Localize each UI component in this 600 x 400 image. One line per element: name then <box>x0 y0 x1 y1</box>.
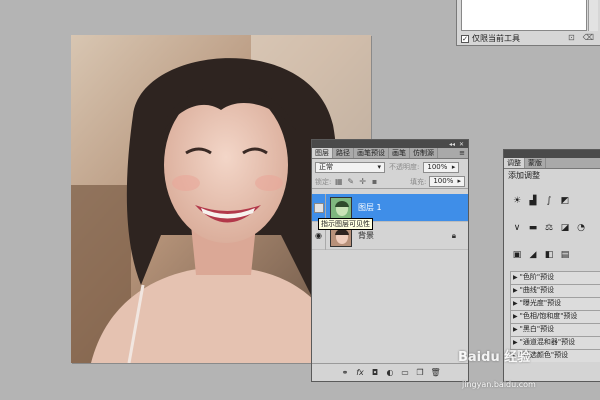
brightness-icon[interactable]: ☀ <box>510 195 524 208</box>
expand-arrow-icon: ▶ <box>513 339 518 346</box>
expand-arrow-icon: ▶ <box>513 300 518 307</box>
baidu-watermark: Baidu 经验 <box>458 350 531 365</box>
chevron-right-icon: ▸ <box>457 177 462 185</box>
new-preset-icon[interactable]: ⊡ <box>568 33 575 42</box>
photo-filter-icon[interactable]: ◔ <box>574 222 588 235</box>
new-layer-icon[interactable]: ❐ <box>416 368 425 377</box>
opacity-label: 不透明度: <box>389 163 420 171</box>
visibility-box-icon[interactable] <box>313 202 324 213</box>
lock-position-icon[interactable]: ✛ <box>358 177 367 186</box>
tab-paths[interactable]: 路径 <box>333 148 354 158</box>
preset-label: "色相/饱和度"预设 <box>519 312 578 320</box>
levels-icon[interactable]: ▟ <box>526 195 540 208</box>
preset-label: "黑白"预设 <box>519 325 555 333</box>
tab-clone-source[interactable]: 仿制源 <box>410 148 438 158</box>
layer-thumbnail <box>330 196 352 219</box>
preset-exposure[interactable]: ▶ "曝光度"预设 <box>510 297 600 310</box>
adjustment-icons-row-3: ▣ ◢ ◧ ▤ <box>504 247 600 264</box>
mask-icon[interactable]: ◘ <box>371 368 380 377</box>
adjustment-icons: ☀ ▟ ∫ ◩ <box>504 193 600 210</box>
adjustments-panel-tabs: 调整 蒙版 <box>504 158 600 169</box>
tab-masks[interactable]: 蒙版 <box>525 158 546 168</box>
preset-footer-icons: ⊡ ⌫ <box>568 33 594 42</box>
layer-name: 图层 1 <box>358 203 382 212</box>
lock-icon: 🔒︎ <box>451 231 456 240</box>
current-tool-only-option[interactable]: ✓ 仅限当前工具 <box>461 33 520 44</box>
tool-preset-panel: ✓ 仅限当前工具 ⊡ ⌫ <box>456 0 600 46</box>
gradient-map-icon[interactable]: ▤ <box>558 249 572 262</box>
preset-label: "色阶"预设 <box>519 273 555 281</box>
lock-label: 锁定: <box>315 177 332 186</box>
blend-mode-value: 正常 <box>319 162 333 171</box>
expand-arrow-icon: ▶ <box>513 326 518 333</box>
exposure-icon[interactable]: ◩ <box>558 195 572 208</box>
invert-icon[interactable]: ▣ <box>510 249 524 262</box>
add-adjustment-heading: 添加调整 <box>508 171 540 180</box>
preset-label: "曲线"预设 <box>519 286 555 294</box>
fill-field[interactable]: 100% ▸ <box>429 176 466 187</box>
current-tool-only-checkbox[interactable]: ✓ <box>461 34 469 43</box>
watermark-url: jingyan.baidu.com <box>462 380 536 389</box>
eye-icon[interactable]: ◉ <box>315 231 322 240</box>
lock-all-icon[interactable]: ▪ <box>370 177 379 186</box>
layer-thumbnail-image <box>331 197 351 218</box>
preset-scrollbar[interactable] <box>588 0 598 31</box>
lock-transparency-icon[interactable]: ▦ <box>334 177 343 186</box>
posterize-icon[interactable]: ◢ <box>526 249 540 262</box>
preset-list[interactable] <box>461 0 587 31</box>
tab-layers[interactable]: 图层 <box>312 148 333 158</box>
blend-mode-select[interactable]: 正常 ▾ <box>315 161 385 173</box>
expand-arrow-icon: ▶ <box>513 287 518 294</box>
group-icon[interactable]: ▭ <box>401 368 410 377</box>
hue-saturation-icon[interactable]: ▬ <box>526 222 540 235</box>
fx-icon[interactable]: fx <box>356 368 365 377</box>
expand-arrow-icon: ▶ <box>513 313 518 320</box>
chevron-right-icon: ▸ <box>451 162 456 171</box>
layer-name: 背景 <box>358 231 374 240</box>
layers-panel-toolbar: ⚭ fx ◘ ◐ ▭ ❐ 🗑︎ <box>312 363 468 381</box>
adjustment-icons-row-2: ∨ ▬ ⚖ ◪ ◔ <box>504 220 600 237</box>
fill-label: 填充: <box>409 177 427 186</box>
preset-label: "通道混和器"预设 <box>519 338 576 346</box>
opacity-value: 100% <box>427 162 448 171</box>
tab-brush[interactable]: 画笔 <box>389 148 410 158</box>
layers-panel: ◂◂ ✕ 图层 路径 画笔预设 画笔 仿制源 ≡ 正常 ▾ 不透明度: 100%… <box>311 139 469 382</box>
preset-black-white[interactable]: ▶ "黑白"预设 <box>510 323 600 336</box>
tab-brush-presets[interactable]: 画笔预设 <box>354 148 389 158</box>
delete-preset-icon[interactable]: ⌫ <box>583 33 594 42</box>
opacity-field[interactable]: 100% ▸ <box>423 161 460 173</box>
tooltip: 指示图层可见性 <box>318 218 373 230</box>
adjustments-panel-titlebar[interactable] <box>504 150 600 158</box>
expand-arrow-icon: ▶ <box>513 274 518 281</box>
color-balance-icon[interactable]: ⚖ <box>542 222 556 235</box>
lock-row: 锁定: ▦ ✎ ✛ ▪ 填充: 100% ▸ <box>312 175 468 189</box>
blend-row: 正常 ▾ 不透明度: 100% ▸ <box>312 159 468 175</box>
threshold-icon[interactable]: ◧ <box>542 249 556 262</box>
collapse-icon[interactable]: ◂◂ <box>449 141 455 148</box>
fill-value: 100% <box>433 177 454 185</box>
tab-adjustments[interactable]: 调整 <box>504 158 525 168</box>
preset-hue-saturation[interactable]: ▶ "色相/饱和度"预设 <box>510 310 600 323</box>
preset-curves[interactable]: ▶ "曲线"预设 <box>510 284 600 297</box>
layers-panel-titlebar[interactable]: ◂◂ ✕ <box>312 140 468 148</box>
current-tool-only-label: 仅限当前工具 <box>472 34 520 43</box>
preset-levels[interactable]: ▶ "色阶"预设 <box>510 271 600 284</box>
close-icon[interactable]: ✕ <box>459 141 464 148</box>
black-white-icon[interactable]: ◪ <box>558 222 572 235</box>
panel-menu-icon[interactable]: ≡ <box>456 148 468 158</box>
chevron-down-icon: ▾ <box>377 162 381 171</box>
curves-icon[interactable]: ∫ <box>542 195 556 208</box>
preset-label: "曝光度"预设 <box>519 299 562 307</box>
layers-panel-tabs: 图层 路径 画笔预设 画笔 仿制源 ≡ <box>312 148 468 159</box>
lock-pixels-icon[interactable]: ✎ <box>346 177 355 186</box>
adjustment-icon[interactable]: ◐ <box>386 368 395 377</box>
link-icon[interactable]: ⚭ <box>341 368 350 377</box>
vibrance-icon[interactable]: ∨ <box>510 222 524 235</box>
trash-icon[interactable]: 🗑︎ <box>431 368 441 377</box>
